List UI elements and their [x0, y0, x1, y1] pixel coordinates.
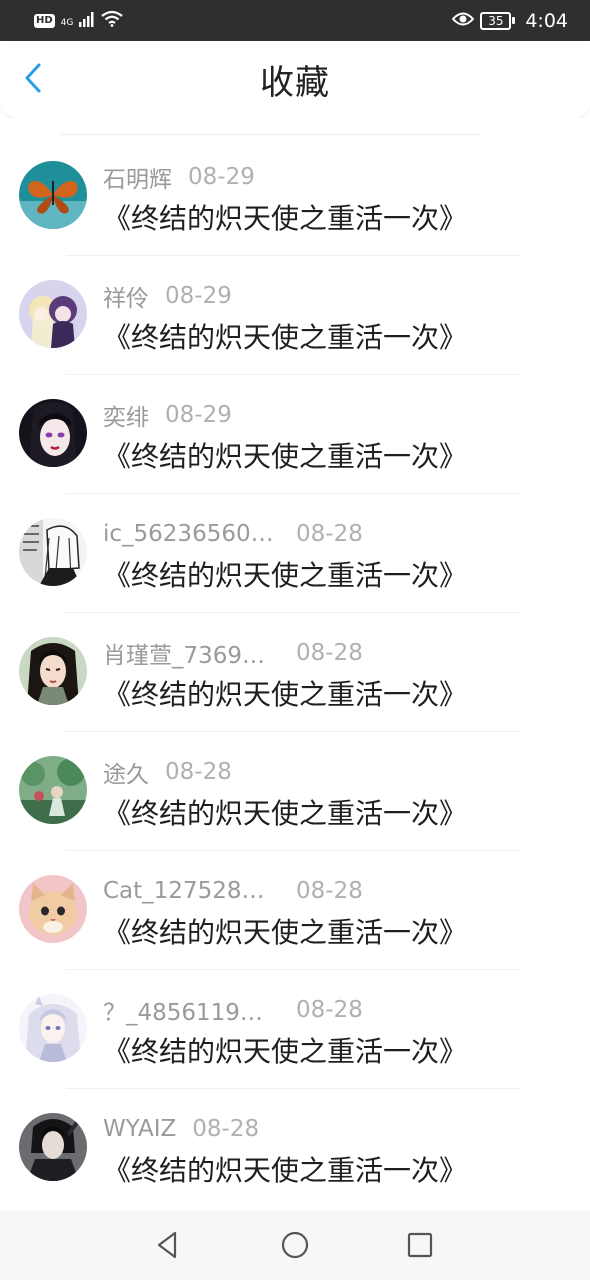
username[interactable]: 祥伶 — [103, 279, 149, 313]
username[interactable]: WYAIZ — [103, 1116, 176, 1142]
list-item[interactable]: Cat_127528… 08-28 《终结的炽天使之重活一次》 — [0, 851, 590, 970]
list-item[interactable]: 奕绯 08-29 《终结的炽天使之重活一次》 — [0, 375, 590, 494]
nav-back-icon[interactable] — [151, 1228, 185, 1262]
battery-level: 35 — [480, 11, 512, 30]
book-title[interactable]: 《终结的炽天使之重活一次》 — [103, 554, 467, 594]
battery-icon: 35 — [480, 11, 516, 30]
username[interactable]: ic_56236560… — [103, 521, 274, 547]
username[interactable]: Cat_127528… — [103, 878, 264, 904]
network-label: 4G — [60, 17, 74, 28]
item-meta: ic_56236560… 08-28 — [103, 518, 363, 550]
anime-pair-avatar[interactable] — [19, 280, 87, 348]
favorites-list[interactable]: 石明辉 08-29 《终结的炽天使之重活一次》 祥伶 08-29 《终结的炽天使… — [0, 118, 590, 1210]
nav-home-icon[interactable] — [278, 1228, 312, 1262]
book-title[interactable]: 《终结的炽天使之重活一次》 — [103, 316, 467, 356]
back-button[interactable] — [14, 59, 52, 97]
item-meta: 途久 08-28 — [103, 756, 232, 788]
list-item[interactable]: 途久 08-28 《终结的炽天使之重活一次》 — [0, 732, 590, 851]
dark-hair-girl-avatar[interactable] — [19, 399, 87, 467]
green-scene-avatar[interactable] — [19, 756, 87, 824]
item-meta: 石明辉 08-29 — [103, 161, 255, 193]
item-date: 08-29 — [188, 164, 255, 190]
system-nav-bar — [0, 1210, 590, 1280]
book-title[interactable]: 《终结的炽天使之重活一次》 — [103, 1030, 467, 1070]
app-header: 收藏 — [0, 41, 590, 118]
manga-avatar[interactable] — [19, 518, 87, 586]
list-item[interactable]: ？_4856119… 08-28 《终结的炽天使之重活一次》 — [0, 970, 590, 1089]
book-title[interactable]: 《终结的炽天使之重活一次》 — [103, 792, 467, 832]
item-meta: 祥伶 08-29 — [103, 280, 232, 312]
item-meta: 奕绯 08-29 — [103, 399, 232, 431]
item-meta: Cat_127528… 08-28 — [103, 875, 363, 907]
dark-warrior-avatar[interactable] — [19, 1113, 87, 1181]
item-date: 08-28 — [296, 640, 363, 666]
status-left: HD 4G — [34, 10, 124, 32]
item-date: 08-29 — [165, 283, 232, 309]
item-date: 08-28 — [192, 1116, 260, 1142]
list-item[interactable]: 肖瑾萱_7369… 08-28 《终结的炽天使之重活一次》 — [0, 613, 590, 732]
book-title[interactable]: 《终结的炽天使之重活一次》 — [103, 911, 467, 951]
white-hair-girl-avatar[interactable] — [19, 994, 87, 1062]
hd-badge: HD — [34, 13, 55, 28]
book-title[interactable]: 《终结的炽天使之重活一次》 — [103, 197, 467, 237]
page-title: 收藏 — [260, 63, 330, 103]
list-item[interactable]: ic_56236560… 08-28 《终结的炽天使之重活一次》 — [0, 494, 590, 613]
book-title[interactable]: 《终结的炽天使之重活一次》 — [103, 673, 467, 713]
list-top-divider — [60, 134, 480, 135]
item-date: 08-28 — [165, 759, 232, 785]
username[interactable]: 石明辉 — [103, 160, 172, 194]
username[interactable]: ？_4856119… — [103, 993, 263, 1027]
chevron-left-icon — [25, 63, 41, 93]
longhair-man-avatar[interactable] — [19, 637, 87, 705]
username[interactable]: 奕绯 — [103, 398, 149, 432]
status-right: 35 4:04 — [451, 9, 568, 32]
cat-avatar[interactable] — [19, 875, 87, 943]
item-meta: ？_4856119… 08-28 — [103, 993, 363, 1027]
signal-icon — [79, 10, 95, 32]
status-bar: HD 4G 35 4:04 — [0, 0, 590, 41]
butterfly-avatar[interactable] — [19, 161, 87, 229]
battery-tip — [512, 17, 516, 24]
item-date: 08-28 — [296, 521, 363, 547]
list-item[interactable]: 石明辉 08-29 《终结的炽天使之重活一次》 — [0, 137, 590, 256]
book-title[interactable]: 《终结的炽天使之重活一次》 — [103, 435, 467, 475]
item-meta: WYAIZ 08-28 — [103, 1113, 259, 1145]
item-date: 08-28 — [296, 997, 363, 1023]
item-date: 08-28 — [296, 878, 363, 904]
eye-icon — [451, 10, 475, 32]
item-meta: 肖瑾萱_7369… 08-28 — [103, 636, 363, 670]
status-time: 4:04 — [525, 9, 568, 32]
list-item[interactable]: 祥伶 08-29 《终结的炽天使之重活一次》 — [0, 256, 590, 375]
nav-recent-icon[interactable] — [403, 1228, 437, 1262]
username[interactable]: 途久 — [103, 755, 149, 789]
list-item[interactable]: WYAIZ 08-28 《终结的炽天使之重活一次》 — [0, 1089, 590, 1208]
item-date: 08-29 — [165, 402, 232, 428]
book-title[interactable]: 《终结的炽天使之重活一次》 — [103, 1149, 467, 1189]
wifi-icon — [101, 10, 124, 32]
username[interactable]: 肖瑾萱_7369… — [103, 636, 265, 670]
